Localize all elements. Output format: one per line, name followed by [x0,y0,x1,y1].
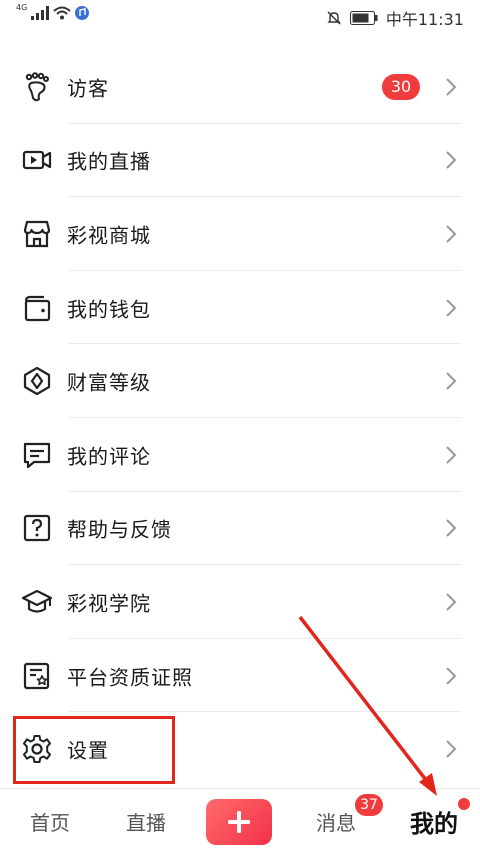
status-bar: 4G 中午11:31 [0,0,480,34]
video-camera-icon [20,143,54,177]
clock: 中午11:31 [385,10,464,29]
question-icon [20,511,54,545]
chevron-right-icon [446,225,457,243]
menu-item-label: 我的评论 [67,444,151,469]
status-left: 4G [16,2,90,20]
chevron-right-icon [446,372,457,390]
certificate-icon [20,659,54,693]
menu-item-wealth-level[interactable]: 财富等级 [0,344,480,418]
storefront-icon [20,217,54,251]
plus-icon [228,811,250,833]
chevron-right-icon [446,78,457,96]
mute-bell-icon [327,11,341,25]
footprint-icon [20,70,54,104]
chevron-right-icon [446,593,457,611]
menu-item-my-comments[interactable]: 我的评论 [0,418,480,492]
chevron-right-icon [446,740,457,758]
tab-home[interactable]: 首页 [10,789,90,853]
menu-item-visitors[interactable]: 访客 30 [0,50,480,124]
menu-item-settings[interactable]: 设置 [0,712,480,786]
create-button[interactable] [206,799,272,845]
bottom-tab-bar: 首页 直播 消息 37 我的 [0,788,480,853]
chevron-right-icon [446,298,457,317]
network-type: 4G [16,2,28,12]
menu-item-label: 我的钱包 [67,297,151,322]
chevron-right-icon [446,666,457,685]
menu-item-label: 我的直播 [67,149,151,174]
chevron-right-icon [446,519,457,538]
gear-icon [20,732,54,766]
notification-dot [458,798,470,810]
comment-icon [20,438,54,472]
battery-icon [349,11,378,25]
music-app-icon [75,6,90,20]
status-right: 中午11:31 [326,6,464,30]
wifi-icon [53,6,71,20]
menu-item-label: 设置 [67,738,109,763]
tab-live[interactable]: 直播 [106,789,186,853]
menu-item-academy[interactable]: 彩视学院 [0,565,480,639]
menu-item-label: 财富等级 [67,370,151,395]
chevron-right-icon [446,446,457,464]
visitors-count-badge: 30 [382,73,420,100]
menu-item-label: 彩视商城 [67,223,151,248]
messages-count-badge: 37 [355,794,383,816]
menu-list: 访客 30 我的直播 彩视商城 我的钱包 财富等级 我的评论 帮助与反馈 彩视学… [0,50,480,786]
menu-item-label: 帮助与反馈 [67,517,172,542]
wallet-icon [20,291,54,325]
graduation-cap-icon [20,585,54,619]
menu-item-label: 平台资质证照 [67,665,193,690]
menu-item-wallet[interactable]: 我的钱包 [0,271,480,345]
menu-item-help-feedback[interactable]: 帮助与反馈 [0,492,480,566]
chevron-right-icon [446,151,457,170]
menu-item-label: 彩视学院 [67,591,151,616]
diamond-badge-icon [20,364,54,398]
menu-item-mall[interactable]: 彩视商城 [0,197,480,271]
signal-icon [31,6,50,20]
menu-item-label: 访客 [67,76,109,101]
menu-item-certificates[interactable]: 平台资质证照 [0,639,480,713]
menu-item-my-live[interactable]: 我的直播 [0,124,480,198]
